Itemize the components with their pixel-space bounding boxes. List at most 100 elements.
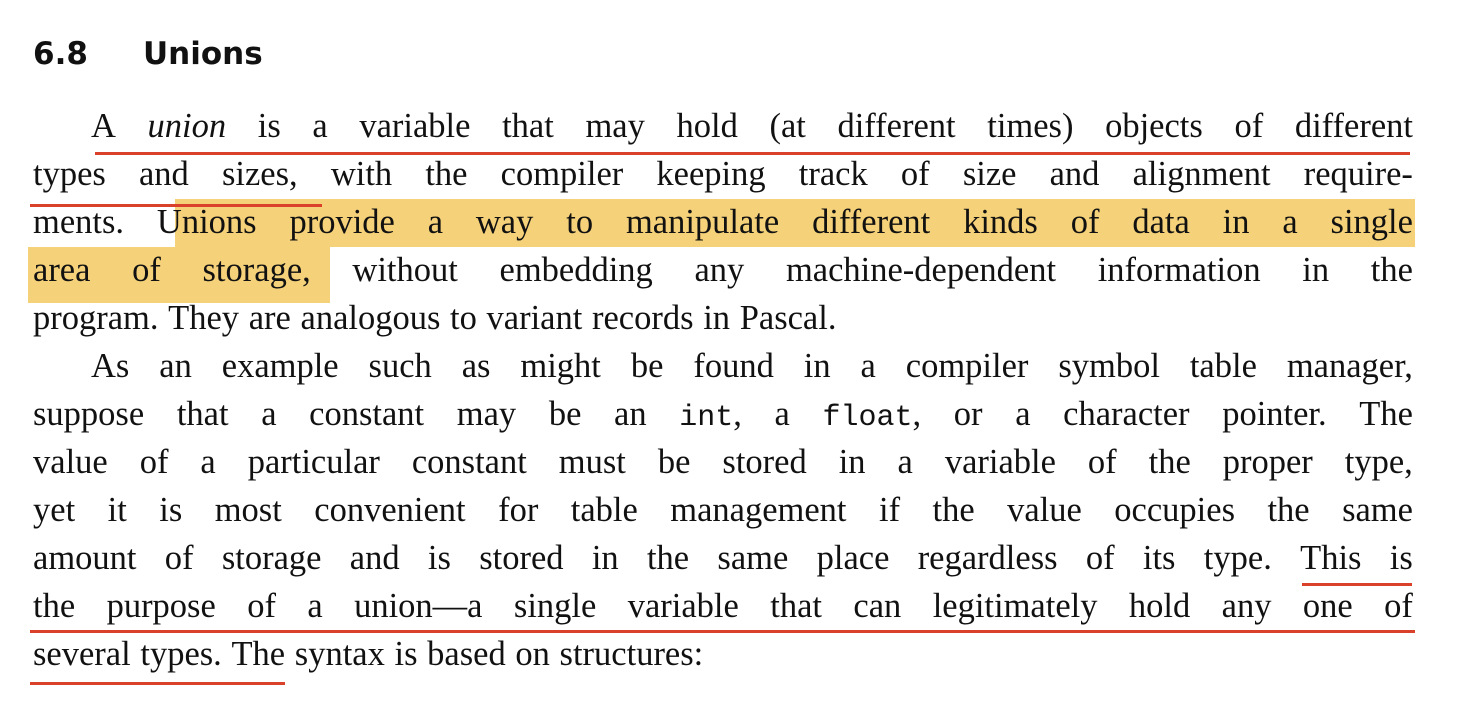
word: variable (944, 443, 1056, 481)
word: an (159, 347, 192, 385)
word: kinds (963, 203, 1038, 241)
word: in (1222, 203, 1250, 241)
word: most (214, 491, 282, 529)
word: As (91, 347, 130, 385)
word: way (475, 203, 534, 241)
word: that (176, 395, 229, 433)
text-line: types and sizes, with the compiler keeping trac… (33, 150, 1413, 198)
word: a (1015, 395, 1031, 433)
word: of (139, 443, 169, 481)
word: symbol (1058, 347, 1160, 385)
word: management (670, 491, 847, 529)
word: variable (627, 587, 739, 625)
word: amount (33, 539, 137, 577)
word: information (1097, 251, 1261, 289)
word: of (1085, 539, 1115, 577)
word: of (900, 155, 930, 193)
word: single (513, 587, 597, 625)
word: of (132, 251, 161, 289)
word: to (566, 203, 594, 241)
text-line: program. They are analogous to variant records… (33, 294, 1413, 342)
word: based (427, 635, 506, 673)
word: A (91, 107, 116, 145)
section-number: 6.8 (33, 36, 88, 72)
word: of (1234, 107, 1264, 145)
word: manipulate (625, 203, 780, 241)
word: hold (676, 107, 738, 145)
word: on (515, 635, 550, 673)
word: a (1282, 203, 1298, 241)
word: occupies (1114, 491, 1235, 529)
word: a (897, 443, 913, 481)
section-heading: 6.8 Unions (33, 30, 263, 78)
word: that (502, 107, 554, 145)
word: storage, (202, 251, 311, 289)
underline-mark (95, 152, 1410, 155)
text-line: yet it is most convenient for table management i… (33, 486, 1413, 534)
word: the (33, 587, 76, 625)
word: a (427, 203, 444, 241)
word: is (1389, 539, 1413, 577)
word: value (33, 443, 108, 481)
word: with (330, 155, 393, 193)
word: any (694, 251, 745, 289)
word: table (1189, 347, 1257, 385)
word: constant (309, 395, 425, 433)
word: records (592, 299, 694, 337)
word: analogous (300, 299, 441, 337)
word: type. (1203, 539, 1272, 577)
word: a (774, 395, 790, 433)
word: be (548, 395, 582, 433)
word: as (461, 347, 491, 385)
word: same (717, 539, 789, 577)
word: or (953, 395, 983, 433)
word: of (247, 587, 276, 625)
word: the (1148, 443, 1191, 481)
underline-mark (30, 682, 285, 685)
word: require- (1303, 155, 1413, 193)
word: legitimately (932, 587, 1098, 625)
word: hold (1128, 587, 1191, 625)
text-line: amount of storage and is stored in the same place… (33, 534, 1413, 582)
word: program. (33, 299, 159, 337)
word: is (159, 491, 183, 529)
underline-mark (30, 630, 1415, 633)
word: several (33, 635, 131, 673)
word: of (164, 539, 194, 577)
word: the (932, 491, 975, 529)
word: of (1384, 587, 1413, 625)
word: of (1070, 203, 1100, 241)
word: constant (411, 443, 527, 481)
code-keyword: int (679, 401, 734, 435)
text-line: suppose that a constant may be an int, a float, or… (33, 390, 1413, 438)
word: proper (1222, 443, 1313, 481)
word: compiler (905, 347, 1029, 385)
word: without (352, 251, 458, 289)
code-keyword: float (822, 401, 913, 435)
word: are (248, 299, 291, 337)
word: yet (33, 491, 76, 529)
word: types (33, 155, 106, 193)
word: may (585, 107, 645, 145)
word: stored (479, 539, 564, 577)
word: types. (140, 635, 222, 673)
word: storage (221, 539, 322, 577)
word: example (221, 347, 339, 385)
word: be (630, 347, 664, 385)
text-line: the purpose of a union—a single variable that ca… (33, 582, 1413, 630)
word: syntax (294, 635, 385, 673)
word: data (1132, 203, 1190, 241)
word: machine-dependent (785, 251, 1057, 289)
word: (at (769, 107, 806, 145)
text-line: area of storage, without embedding any machine… (33, 246, 1413, 294)
word: character (1063, 395, 1190, 433)
word: a (312, 107, 328, 145)
section-title: Unions (143, 36, 263, 72)
word: its (1142, 539, 1176, 577)
word: the (1370, 251, 1413, 289)
word: type, (1344, 443, 1413, 481)
underline-mark (1302, 583, 1412, 586)
word: compiler (500, 155, 624, 193)
word: the (646, 539, 690, 577)
word: is (394, 635, 418, 673)
